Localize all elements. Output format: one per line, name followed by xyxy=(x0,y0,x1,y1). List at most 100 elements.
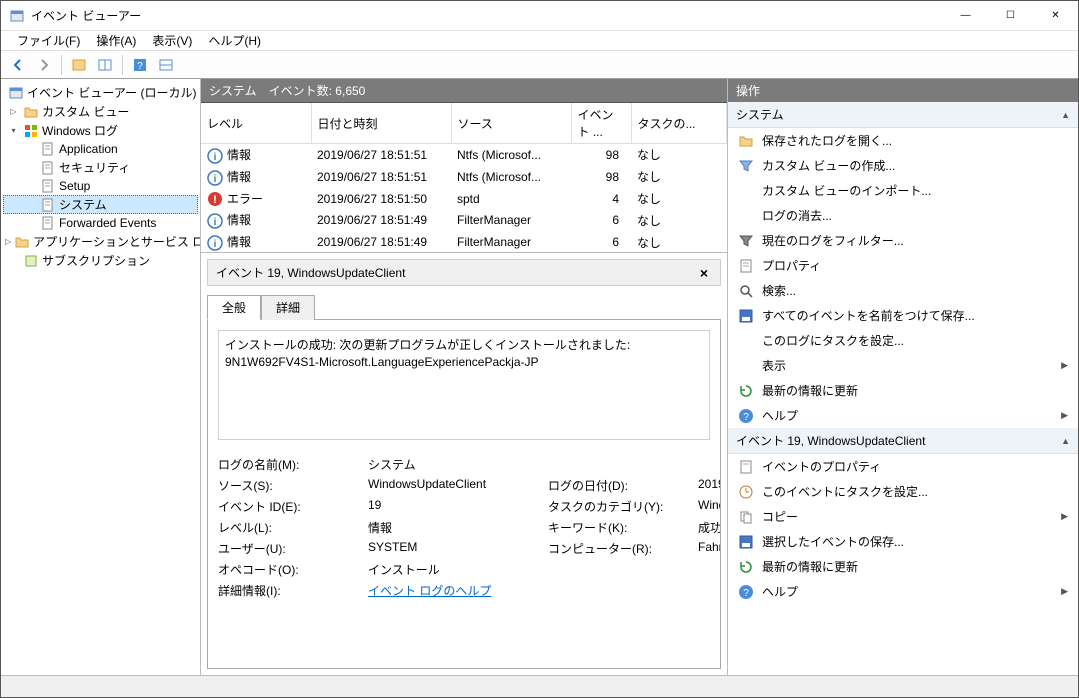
tab-detail[interactable]: 詳細 xyxy=(261,295,315,320)
action-help-event[interactable]: ?ヘルプ▶ xyxy=(728,579,1078,604)
toggle-preview-button[interactable] xyxy=(154,54,178,76)
action-save-all-events[interactable]: すべてのイベントを名前をつけて保存... xyxy=(728,303,1078,328)
expand-icon[interactable]: ▷ xyxy=(5,235,11,248)
collapse-icon[interactable]: ▾ xyxy=(7,124,20,137)
toolbar: ? xyxy=(1,51,1078,79)
tab-general[interactable]: 全般 xyxy=(207,295,261,320)
help-button[interactable]: ? xyxy=(128,54,152,76)
label-level: レベル(L): xyxy=(218,519,368,536)
tree-custom-views[interactable]: ▷ カスタム ビュー xyxy=(3,102,198,121)
tree-panel: イベント ビューアー (ローカル) ▷ カスタム ビュー ▾ Windows ロ… xyxy=(1,79,201,675)
action-copy[interactable]: コピー▶ xyxy=(728,504,1078,529)
value-keywords: 成功,インストール xyxy=(698,519,721,536)
action-view[interactable]: 表示▶ xyxy=(728,353,1078,378)
action-open-saved-log[interactable]: 保存されたログを開く... xyxy=(728,128,1078,153)
table-row[interactable]: i情報2019/06/27 18:51:51Ntfs (Microsof...9… xyxy=(201,144,727,166)
action-create-custom-view[interactable]: カスタム ビューの作成... xyxy=(728,153,1078,178)
table-row[interactable]: !エラー2019/06/27 18:51:50sptd4なし xyxy=(201,188,727,210)
chevron-right-icon: ▶ xyxy=(1061,511,1068,522)
action-refresh-event[interactable]: 最新の情報に更新 xyxy=(728,554,1078,579)
tree-subscriptions[interactable]: サブスクリプション xyxy=(3,251,198,270)
label-keywords: キーワード(K): xyxy=(548,519,698,536)
value-user: SYSTEM xyxy=(368,540,548,557)
tree-root[interactable]: イベント ビューアー (ローカル) xyxy=(3,83,198,102)
tree-forwarded[interactable]: Forwarded Events xyxy=(3,214,198,232)
error-icon: ! xyxy=(207,191,223,207)
tree-app-service-logs[interactable]: ▷ アプリケーションとサービス ログ xyxy=(3,232,198,251)
refresh-icon xyxy=(738,559,754,575)
log-icon xyxy=(40,141,56,157)
link-eventlog-help[interactable]: イベント ログのヘルプ xyxy=(368,584,491,598)
menu-help[interactable]: ヘルプ(H) xyxy=(200,30,269,51)
action-help[interactable]: ?ヘルプ▶ xyxy=(728,403,1078,428)
action-import-custom-view[interactable]: カスタム ビューのインポート... xyxy=(728,178,1078,203)
event-message: インストールの成功: 次の更新プログラムが正しくインストールされました: 9N1… xyxy=(218,330,710,440)
menubar: ファイル(F) 操作(A) 表示(V) ヘルプ(H) xyxy=(1,31,1078,51)
detail-close-button[interactable]: × xyxy=(696,265,712,281)
tree-application[interactable]: Application xyxy=(3,140,198,158)
actions-group-system[interactable]: システム ▲ xyxy=(728,102,1078,128)
menu-action[interactable]: 操作(A) xyxy=(88,30,144,51)
col-level[interactable]: レベル xyxy=(201,103,311,144)
action-properties[interactable]: プロパティ xyxy=(728,253,1078,278)
properties-icon xyxy=(738,459,754,475)
action-refresh[interactable]: 最新の情報に更新 xyxy=(728,378,1078,403)
task-icon xyxy=(738,484,754,500)
label-user: ユーザー(U): xyxy=(218,540,368,557)
event-list[interactable]: レベル 日付と時刻 ソース イベント ... タスクの... i情報2019/0… xyxy=(201,103,727,253)
action-clear-log[interactable]: ログの消去... xyxy=(728,203,1078,228)
label-logname: ログの名前(M): xyxy=(218,456,368,473)
collapse-icon[interactable]: ▲ xyxy=(1061,110,1070,120)
svg-text:i: i xyxy=(214,152,217,163)
action-filter-log[interactable]: 現在のログをフィルター... xyxy=(728,228,1078,253)
minimize-button[interactable]: — xyxy=(943,1,988,30)
maximize-button[interactable]: ☐ xyxy=(988,1,1033,30)
tree-windows-logs[interactable]: ▾ Windows ログ xyxy=(3,121,198,140)
col-datetime[interactable]: 日付と時刻 xyxy=(311,103,451,144)
save-icon xyxy=(738,308,754,324)
action-save-selected[interactable]: 選択したイベントの保存... xyxy=(728,529,1078,554)
action-find[interactable]: 検索... xyxy=(728,278,1078,303)
open-folder-icon xyxy=(738,133,754,149)
value-logname: システム xyxy=(368,456,548,473)
help-icon: ? xyxy=(738,584,754,600)
menu-view[interactable]: 表示(V) xyxy=(144,30,200,51)
label-computer: コンピューター(R): xyxy=(548,540,698,557)
tab-content: インストールの成功: 次の更新プログラムが正しくインストールされました: 9N1… xyxy=(207,320,721,669)
menu-file[interactable]: ファイル(F) xyxy=(9,30,88,51)
blank-icon xyxy=(738,183,754,199)
action-attach-task-event[interactable]: このイベントにタスクを設定... xyxy=(728,479,1078,504)
filter-new-icon xyxy=(738,158,754,174)
col-task[interactable]: タスクの... xyxy=(631,103,727,144)
collapse-icon[interactable]: ▲ xyxy=(1061,436,1070,446)
actions-title: 操作 xyxy=(728,79,1078,102)
table-row[interactable]: i情報2019/06/27 18:51:51Ntfs (Microsof...9… xyxy=(201,166,727,188)
value-logdate: 2019/07/05 4:0 xyxy=(698,477,721,494)
tree-system[interactable]: システム xyxy=(3,195,198,214)
col-eventid[interactable]: イベント ... xyxy=(571,103,631,144)
copy-icon xyxy=(738,509,754,525)
action-event-properties[interactable]: イベントのプロパティ xyxy=(728,454,1078,479)
tree-security[interactable]: セキュリティ xyxy=(3,158,198,177)
table-row[interactable]: i情報2019/06/27 18:51:49FilterManager6なし xyxy=(201,209,727,231)
back-button[interactable] xyxy=(6,54,30,76)
forward-button[interactable] xyxy=(32,54,56,76)
filter-icon xyxy=(738,233,754,249)
tree-setup[interactable]: Setup xyxy=(3,177,198,195)
toggle-pane-button[interactable] xyxy=(93,54,117,76)
blank-icon xyxy=(738,358,754,374)
table-row[interactable]: i情報2019/06/27 18:51:49FilterManager6なし xyxy=(201,231,727,253)
col-source[interactable]: ソース xyxy=(451,103,571,144)
center-panel: システム イベント数: 6,650 レベル 日付と時刻 ソース イベント ...… xyxy=(201,79,728,675)
list-count: イベント数: 6,650 xyxy=(269,82,366,99)
action-attach-task-log[interactable]: このログにタスクを設定... xyxy=(728,328,1078,353)
show-tree-button[interactable] xyxy=(67,54,91,76)
windows-logs-icon xyxy=(23,123,39,139)
svg-text:i: i xyxy=(214,174,217,185)
actions-group-event[interactable]: イベント 19, WindowsUpdateClient ▲ xyxy=(728,428,1078,454)
label-opcode: オペコード(O): xyxy=(218,561,368,578)
close-button[interactable]: ✕ xyxy=(1033,1,1078,30)
label-eventid: イベント ID(E): xyxy=(218,498,368,515)
svg-text:i: i xyxy=(214,239,217,250)
expand-icon[interactable]: ▷ xyxy=(7,105,20,118)
